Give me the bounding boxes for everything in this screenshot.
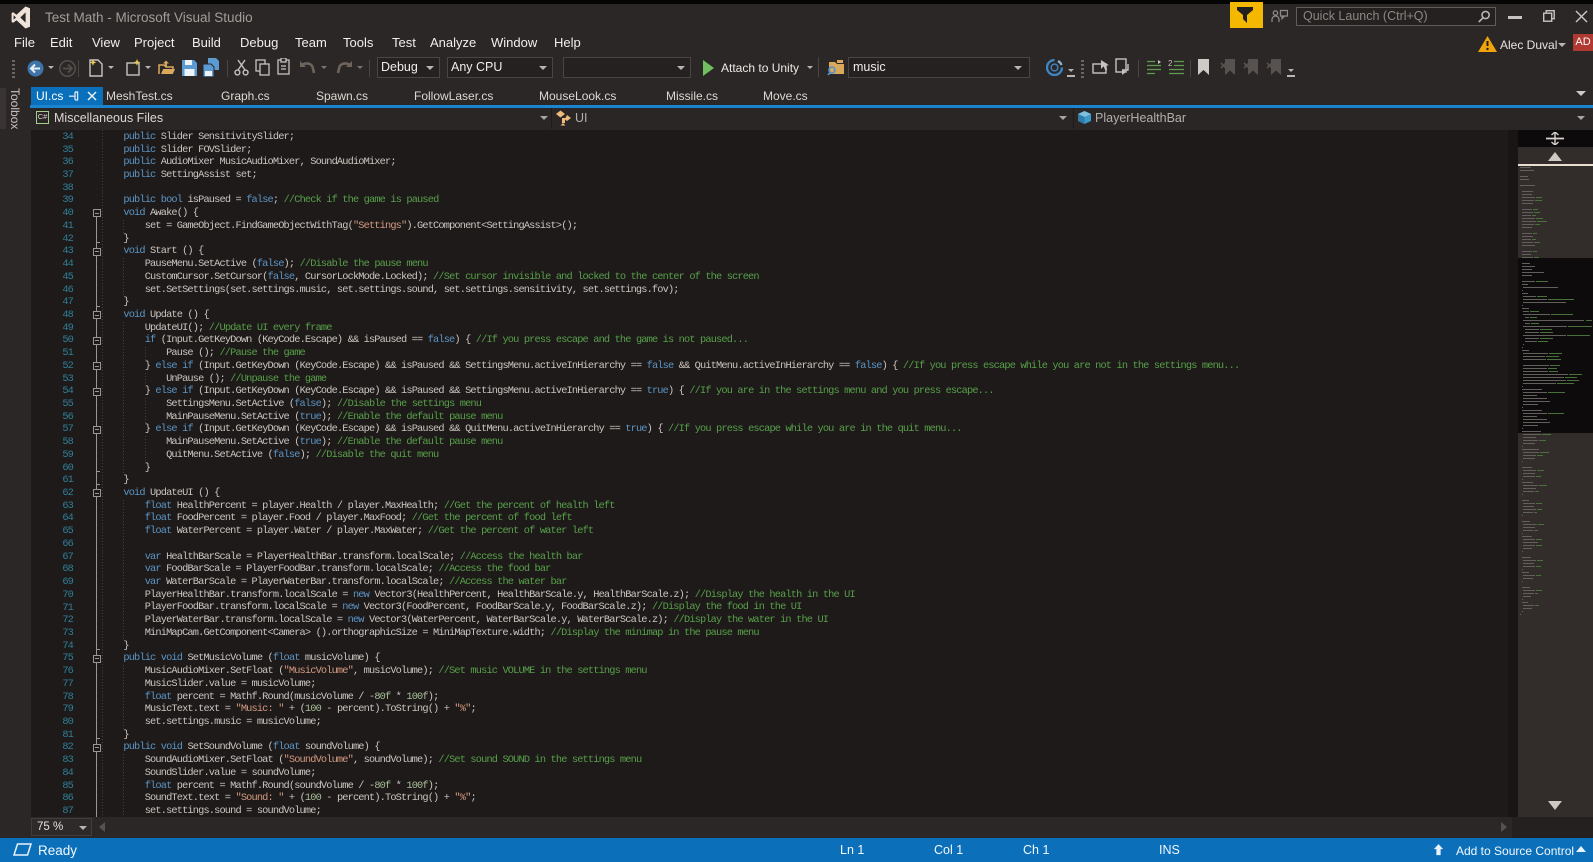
svg-text:2: 2 <box>1168 60 1173 68</box>
